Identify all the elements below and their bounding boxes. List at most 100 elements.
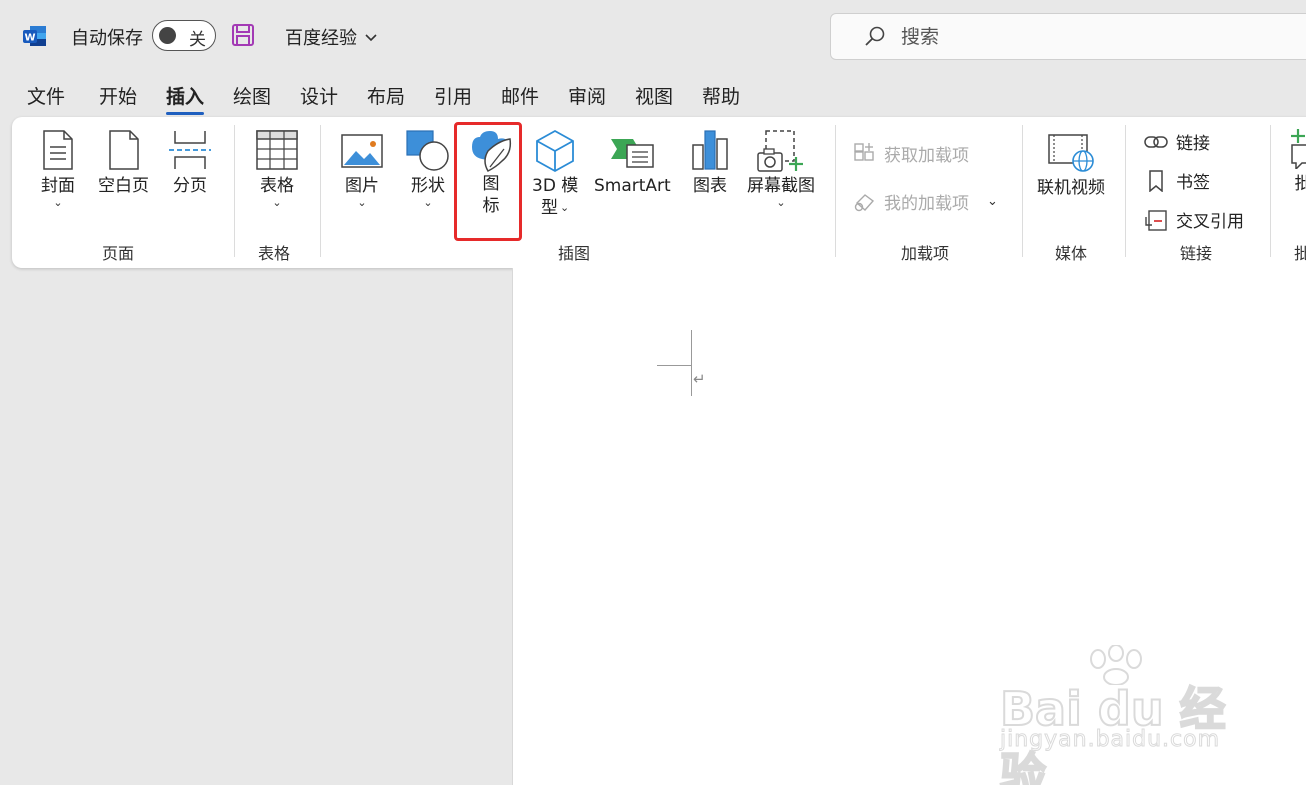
my-addins-icon bbox=[854, 193, 875, 211]
link-icon bbox=[1144, 135, 1168, 148]
icons-highlight-box bbox=[454, 122, 522, 241]
chevron-down-icon bbox=[365, 34, 377, 42]
document-title: 百度经验 bbox=[285, 28, 357, 49]
table-label: 表格 bbox=[260, 176, 294, 196]
group-label-media: 媒体 bbox=[1055, 244, 1088, 263]
margin-marker-horizontal bbox=[657, 365, 692, 366]
group-label-addins: 加载项 bbox=[901, 244, 950, 263]
group-separator bbox=[234, 125, 235, 257]
tab-insert[interactable]: 插入 bbox=[166, 82, 205, 115]
group-separator bbox=[320, 125, 321, 257]
screenshot-icon bbox=[757, 130, 803, 172]
shapes-label: 形状 bbox=[411, 176, 445, 196]
group-label-partial: 批 bbox=[1294, 244, 1306, 263]
autosave-state: 关 bbox=[189, 30, 206, 50]
get-addins-button[interactable]: 获取加载项 bbox=[854, 141, 969, 166]
bar-chart-icon bbox=[692, 130, 728, 170]
tab-file[interactable]: 文件 bbox=[27, 82, 65, 109]
cross-reference-button[interactable]: 交叉引用 bbox=[1144, 207, 1244, 232]
3d-models-label-line2: 型 bbox=[541, 198, 559, 218]
tab-home[interactable]: 开始 bbox=[99, 82, 137, 109]
chart-label: 图表 bbox=[693, 176, 727, 196]
save-icon[interactable] bbox=[231, 23, 255, 47]
get-addins-label: 获取加载项 bbox=[884, 146, 969, 166]
shapes-icon bbox=[406, 130, 449, 171]
screenshot-label: 屏幕截图 bbox=[747, 176, 815, 196]
table-icon bbox=[256, 130, 298, 170]
baidu-watermark: Bai du 经验 jingyan.baidu.com bbox=[999, 645, 1260, 785]
search-input[interactable] bbox=[901, 22, 1281, 52]
cross-reference-icon bbox=[1145, 209, 1167, 231]
chevron-down-icon: ⌄ bbox=[560, 201, 570, 214]
page-break-label: 分页 bbox=[173, 176, 207, 196]
shapes-button[interactable]: 形状 ⌄ bbox=[405, 129, 451, 209]
comment-label-partial: 批 bbox=[1294, 174, 1306, 194]
title-bar: W 自动保存 关 百度经验 bbox=[0, 0, 1306, 72]
comment-icon bbox=[1291, 129, 1306, 169]
tab-view[interactable]: 视图 bbox=[635, 82, 673, 109]
document-title-menu[interactable]: 百度经验 bbox=[285, 24, 379, 50]
bookmark-label: 书签 bbox=[1176, 173, 1210, 193]
group-separator bbox=[1270, 125, 1271, 257]
cross-reference-label: 交叉引用 bbox=[1176, 212, 1244, 232]
blank-page-button[interactable]: 空白页 bbox=[98, 129, 149, 197]
blank-page-icon bbox=[108, 130, 139, 170]
3d-models-button[interactable]: 3D 模 型 ⌄ bbox=[532, 129, 578, 219]
paragraph-mark: ↵ bbox=[693, 370, 706, 388]
my-addins-button[interactable]: 我的加载项 ⌄ bbox=[854, 189, 998, 214]
link-label: 链接 bbox=[1176, 134, 1210, 154]
group-label-pages: 页面 bbox=[102, 244, 135, 263]
page-break-button[interactable]: 分页 bbox=[167, 129, 213, 197]
cube-icon bbox=[536, 129, 575, 173]
svg-text:W: W bbox=[24, 33, 35, 44]
search-icon bbox=[865, 26, 885, 46]
ribbon-panel: 封面 ⌄ 空白页 分页 页面 表格 ⌄ 表格 图片 ⌄ 形状 ⌄ 图 标 3D … bbox=[12, 117, 1306, 268]
chevron-down-icon: ⌄ bbox=[53, 196, 63, 209]
group-separator bbox=[835, 125, 836, 257]
smartart-icon bbox=[611, 139, 655, 168]
chart-button[interactable]: 图表 bbox=[689, 129, 731, 197]
chevron-down-icon: ⌄ bbox=[423, 196, 433, 209]
cover-page-icon bbox=[43, 130, 73, 170]
online-video-label: 联机视频 bbox=[1037, 178, 1105, 198]
margin-marker-vertical bbox=[691, 330, 692, 396]
pictures-button[interactable]: 图片 ⌄ bbox=[340, 131, 384, 209]
chevron-down-icon: ⌄ bbox=[272, 196, 282, 209]
chevron-down-icon: ⌄ bbox=[357, 196, 367, 209]
link-button[interactable]: 链接 bbox=[1144, 129, 1210, 154]
my-addins-label: 我的加载项 bbox=[884, 194, 969, 214]
tab-references[interactable]: 引用 bbox=[434, 82, 472, 109]
pictures-label: 图片 bbox=[345, 176, 379, 196]
smartart-button[interactable]: SmartArt bbox=[594, 131, 671, 197]
group-separator bbox=[1125, 125, 1126, 257]
tab-layout[interactable]: 布局 bbox=[367, 82, 405, 109]
smartart-label: SmartArt bbox=[594, 176, 671, 196]
group-separator bbox=[1022, 125, 1023, 257]
comment-button-partial[interactable]: 批 bbox=[1288, 125, 1306, 195]
page-break-icon bbox=[169, 131, 211, 169]
online-video-button[interactable]: 联机视频 bbox=[1037, 131, 1105, 199]
tab-mailings[interactable]: 邮件 bbox=[501, 82, 539, 109]
tab-help[interactable]: 帮助 bbox=[702, 82, 740, 109]
tab-design[interactable]: 设计 bbox=[300, 82, 338, 109]
table-button[interactable]: 表格 ⌄ bbox=[255, 129, 299, 209]
bookmark-button[interactable]: 书签 bbox=[1144, 168, 1210, 193]
addins-grid-icon bbox=[854, 142, 874, 161]
3d-models-label-line1: 3D 模 bbox=[532, 176, 579, 196]
chevron-down-icon: ⌄ bbox=[776, 196, 786, 209]
blank-page-label: 空白页 bbox=[98, 176, 149, 196]
search-box[interactable] bbox=[830, 13, 1306, 60]
cover-page-button[interactable]: 封面 ⌄ bbox=[40, 129, 76, 209]
group-label-links: 链接 bbox=[1180, 244, 1213, 263]
chevron-down-icon[interactable]: ⌄ bbox=[987, 194, 998, 209]
autosave-label: 自动保存 bbox=[71, 28, 143, 49]
bookmark-icon bbox=[1149, 169, 1163, 192]
tab-draw[interactable]: 绘图 bbox=[233, 82, 271, 109]
autosave-toggle[interactable]: 关 bbox=[152, 20, 216, 51]
video-icon bbox=[1048, 134, 1094, 172]
screenshot-button[interactable]: 屏幕截图 ⌄ bbox=[747, 129, 815, 209]
toggle-knob bbox=[159, 27, 176, 44]
tab-review[interactable]: 审阅 bbox=[568, 82, 606, 109]
picture-icon bbox=[341, 134, 383, 168]
cover-page-label: 封面 bbox=[41, 176, 75, 196]
